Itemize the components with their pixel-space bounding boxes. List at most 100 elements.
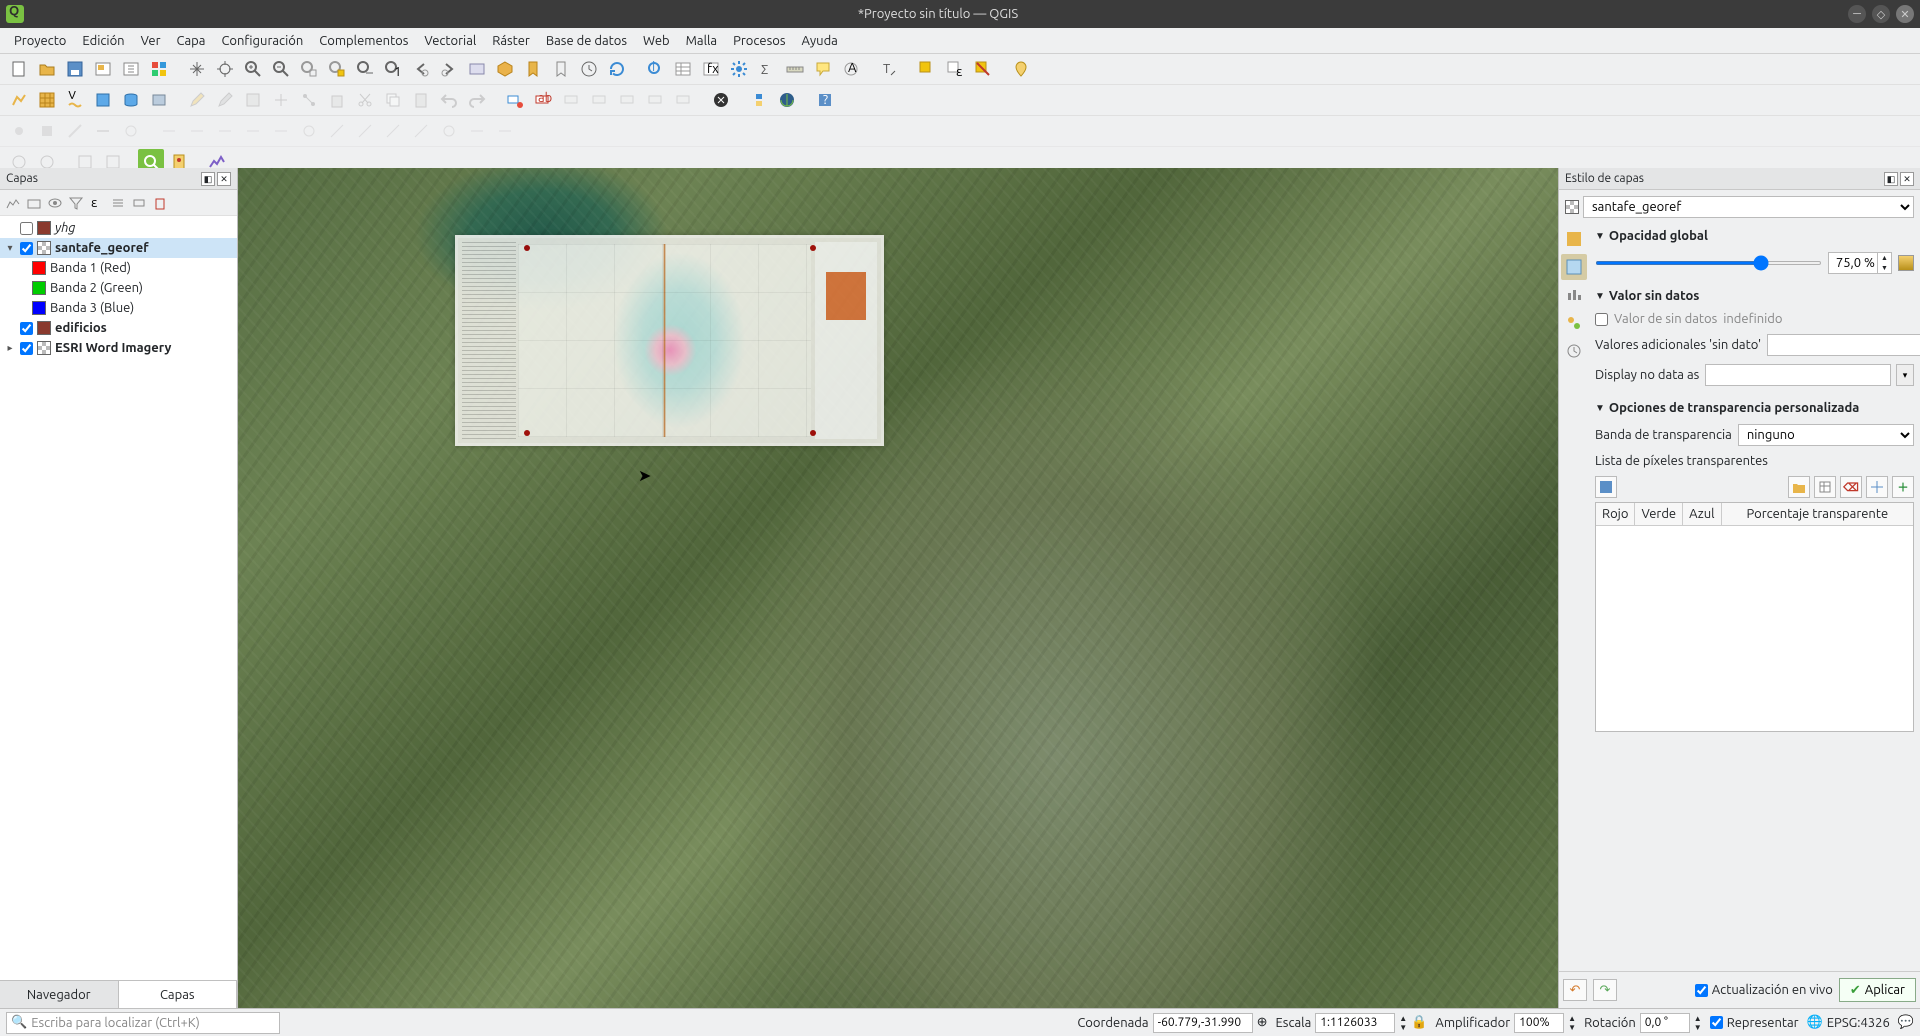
zoom-full-button[interactable] <box>296 56 322 82</box>
node-tool-button[interactable] <box>296 87 322 113</box>
temporal-button[interactable] <box>576 56 602 82</box>
label-tool-3[interactable] <box>614 87 640 113</box>
adv-dig-5[interactable] <box>268 118 294 144</box>
nodata-section-header[interactable]: ▼Valor sin datos <box>1595 284 1914 308</box>
opacity-slider[interactable] <box>1595 261 1822 265</box>
adv-dig-12[interactable] <box>464 118 490 144</box>
adv-dig-8[interactable] <box>352 118 378 144</box>
redo-style-button[interactable]: ↷ <box>1593 979 1617 1001</box>
label-tool-4[interactable] <box>642 87 668 113</box>
messages-icon[interactable]: 💬 <box>1898 1015 1914 1030</box>
live-update-check[interactable]: Actualización en vivo <box>1695 983 1833 997</box>
magnifier-input[interactable] <box>1514 1013 1564 1033</box>
layer-checkbox[interactable] <box>20 342 33 355</box>
layer-band-row[interactable]: Banda 1 (Red) <box>0 258 237 278</box>
expand-toggle[interactable]: ▾ <box>4 242 16 254</box>
map-canvas[interactable]: ➤ <box>238 168 1558 1008</box>
rendering-tab[interactable] <box>1561 310 1587 336</box>
layer-checkbox[interactable] <box>20 322 33 335</box>
symbology-tab[interactable] <box>1561 226 1587 252</box>
python-console-button[interactable] <box>746 87 772 113</box>
label-tool-5[interactable] <box>670 87 696 113</box>
snapping-3[interactable] <box>62 118 88 144</box>
menu-edicion[interactable]: Edición <box>74 34 132 48</box>
refresh-button[interactable] <box>604 56 630 82</box>
adv-dig-2[interactable] <box>184 118 210 144</box>
layer-band-row[interactable]: Banda 2 (Green) <box>0 278 237 298</box>
tab-navegador[interactable]: Navegador <box>0 981 119 1008</box>
adv-dig-13[interactable] <box>492 118 518 144</box>
menu-web[interactable]: Web <box>635 34 678 48</box>
display-nodata-input[interactable] <box>1705 364 1891 386</box>
th-green[interactable]: Verde <box>1635 503 1683 525</box>
nodata-checkbox[interactable] <box>1595 313 1608 326</box>
snapping-2[interactable] <box>34 118 60 144</box>
new-print-layout-button[interactable] <box>90 56 116 82</box>
crs-icon[interactable]: 🌐 <box>1807 1015 1823 1030</box>
menu-proyecto[interactable]: Proyecto <box>6 34 74 48</box>
scale-input[interactable] <box>1315 1013 1395 1033</box>
custom-trans-section-header[interactable]: ▼Opciones de transparencia personalizada <box>1595 396 1914 420</box>
th-red[interactable]: Rojo <box>1596 503 1635 525</box>
zoom-out-button[interactable] <box>268 56 294 82</box>
processing-toolbox-button[interactable] <box>726 56 752 82</box>
layer-checkbox[interactable] <box>20 242 33 255</box>
menu-ayuda[interactable]: Ayuda <box>793 34 845 48</box>
menu-procesos[interactable]: Procesos <box>725 34 793 48</box>
snapping-1[interactable] <box>6 118 32 144</box>
zoom-layer-button[interactable] <box>352 56 378 82</box>
adv-dig-6[interactable] <box>296 118 322 144</box>
move-feature-button[interactable] <box>268 87 294 113</box>
layer-row-edificios[interactable]: edificios <box>0 318 237 338</box>
lock-scale-icon[interactable]: 🔒 <box>1411 1015 1427 1030</box>
zoom-next-button[interactable] <box>436 56 462 82</box>
adv-dig-7[interactable] <box>324 118 350 144</box>
attributes-table-button[interactable] <box>670 56 696 82</box>
layer-band-row[interactable]: Banda 3 (Blue) <box>0 298 237 318</box>
add-feature-button[interactable] <box>240 87 266 113</box>
display-nodata-dropdown[interactable]: ▾ <box>1896 364 1914 386</box>
menu-basedatos[interactable]: Base de datos <box>538 34 635 48</box>
tab-capas[interactable]: Capas <box>119 981 238 1008</box>
add-raster-button[interactable] <box>34 87 60 113</box>
th-percent[interactable]: Porcentaje transparente <box>1722 503 1913 525</box>
history-tab[interactable] <box>1561 338 1587 364</box>
layer-row-santafe[interactable]: ▾ santafe_georef <box>0 238 237 258</box>
maptips-button[interactable] <box>810 56 836 82</box>
add-entry-button[interactable]: ＋ <box>1892 476 1914 498</box>
opacity-section-header[interactable]: ▼Opacidad global <box>1595 224 1914 248</box>
menu-malla[interactable]: Malla <box>678 34 726 48</box>
menu-vectorial[interactable]: Vectorial <box>416 34 484 48</box>
save-edits-button[interactable] <box>212 87 238 113</box>
diagram-button[interactable]: abc <box>530 87 556 113</box>
label-tool-1[interactable] <box>558 87 584 113</box>
window-maximize-button[interactable]: ◇ <box>1872 5 1890 23</box>
coord-toggle-icon[interactable]: ⊕ <box>1257 1015 1268 1030</box>
locator-search[interactable]: 🔍 Escriba para localizar (Ctrl+K) <box>6 1012 280 1034</box>
undo-style-button[interactable]: ↶ <box>1563 979 1587 1001</box>
adv-dig-9[interactable] <box>380 118 406 144</box>
copy-button[interactable] <box>380 87 406 113</box>
window-close-button[interactable]: ✕ <box>1896 5 1914 23</box>
menu-capa[interactable]: Capa <box>169 34 214 48</box>
pan-button[interactable] <box>184 56 210 82</box>
load-transparency-button[interactable] <box>1788 476 1810 498</box>
new-spatialite-button[interactable] <box>118 87 144 113</box>
new-project-button[interactable] <box>6 56 32 82</box>
coord-input[interactable] <box>1153 1013 1253 1033</box>
transparency-table[interactable]: Rojo Verde Azul Porcentaje transparente <box>1595 502 1914 732</box>
plugins-button[interactable] <box>774 87 800 113</box>
adv-dig-3[interactable] <box>212 118 238 144</box>
th-blue[interactable]: Azul <box>1683 503 1721 525</box>
paste-button[interactable] <box>408 87 434 113</box>
layer-visibility-icon[interactable] <box>46 194 64 212</box>
new-map-view-button[interactable] <box>464 56 490 82</box>
zoom-last-button[interactable] <box>408 56 434 82</box>
layer-checkbox[interactable] <box>20 222 33 235</box>
expand-toggle[interactable]: ▸ <box>4 342 16 354</box>
apply-button[interactable]: ✔Aplicar <box>1839 978 1916 1002</box>
delete-selected-button[interactable] <box>324 87 350 113</box>
help-button[interactable]: ? <box>812 87 838 113</box>
layer-row-yhg[interactable]: yhg <box>0 218 237 238</box>
layer-row-esri[interactable]: ▸ ESRI Word Imagery <box>0 338 237 358</box>
